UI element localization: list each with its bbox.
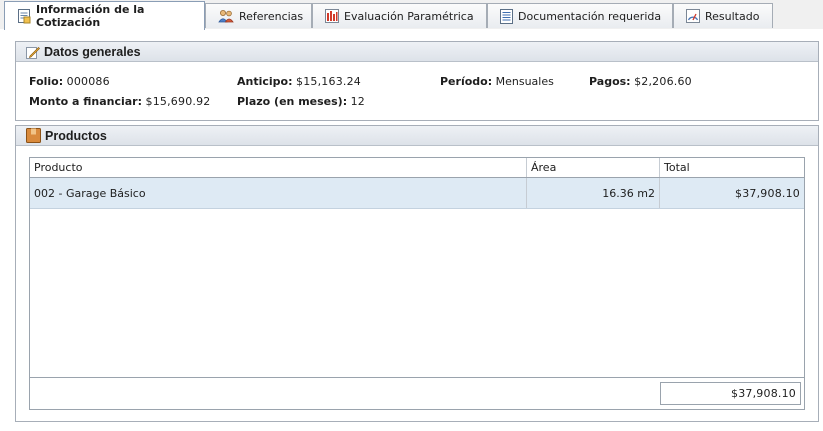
- periodo-value: Mensuales: [495, 75, 554, 88]
- monto-financiar-field: Monto a financiar: $15,690.92: [29, 95, 211, 108]
- tab-label: Referencias: [239, 9, 304, 23]
- monto-value: $15,690.92: [145, 95, 211, 108]
- datos-generales-header: Datos generales: [16, 42, 818, 62]
- cell-total: $37,908.10: [660, 178, 804, 208]
- grid-header-row: Producto Área Total: [30, 158, 804, 178]
- productos-grid[interactable]: Producto Área Total 002 - Garage Básico …: [29, 157, 805, 410]
- column-header-total[interactable]: Total: [660, 158, 804, 177]
- plazo-field: Plazo (en meses): 12: [237, 95, 365, 108]
- pagos-value: $2,206.60: [634, 75, 692, 88]
- column-header-area[interactable]: Área: [527, 158, 660, 177]
- tab-resultado[interactable]: Resultado: [673, 3, 773, 28]
- tab-documentacion-requerida[interactable]: Documentación requerida: [487, 3, 673, 28]
- table-row[interactable]: 002 - Garage Básico 16.36 m2 $37,908.10: [30, 178, 804, 209]
- tab-referencias[interactable]: Referencias: [205, 3, 312, 28]
- gauge-icon: [686, 9, 700, 23]
- cell-producto: 002 - Garage Básico: [30, 178, 527, 208]
- anticipo-field: Anticipo: $15,163.24: [237, 75, 361, 88]
- cell-text: 002 - Garage Básico: [34, 186, 146, 200]
- periodo-field: Período: Mensuales: [440, 75, 554, 88]
- plazo-value: 12: [350, 95, 366, 108]
- tab-strip: Información de la Cotización Referencias…: [0, 0, 823, 30]
- pagos-field: Pagos: $2,206.60: [589, 75, 692, 88]
- anticipo-label: Anticipo:: [237, 75, 293, 88]
- tab-label: Evaluación Paramétrica: [344, 9, 474, 23]
- monto-label: Monto a financiar:: [29, 95, 143, 108]
- people-icon: [218, 9, 234, 23]
- productos-group: Productos Producto Área Total 002 - Gara…: [15, 125, 819, 422]
- tab-label: Resultado: [705, 9, 760, 23]
- anticipo-value: $15,163.24: [296, 75, 361, 88]
- tab-label: Documentación requerida: [518, 9, 662, 23]
- datos-generales-group: Datos generales Folio: 000086 Anticipo: …: [15, 41, 819, 121]
- plazo-label: Plazo (en meses):: [237, 95, 348, 108]
- cell-text: $37,908.10: [735, 186, 800, 200]
- cell-area: 16.36 m2: [527, 178, 660, 208]
- folio-field: Folio: 000086: [29, 75, 110, 88]
- group-title: Productos: [45, 128, 107, 143]
- column-header-label: Producto: [34, 161, 83, 174]
- folio-value: 000086: [66, 75, 110, 88]
- checklist-icon: [500, 8, 513, 24]
- periodo-label: Período:: [440, 75, 493, 88]
- group-title: Datos generales: [44, 44, 141, 59]
- footer-total-summary: $37,908.10: [660, 382, 801, 405]
- column-header-label: Área: [531, 161, 557, 174]
- box-icon: [26, 128, 41, 143]
- footer-total-value: $37,908.10: [731, 387, 796, 400]
- tab-evaluacion-parametrica[interactable]: Evaluación Paramétrica: [312, 3, 487, 28]
- column-header-label: Total: [664, 161, 690, 174]
- pagos-label: Pagos:: [589, 75, 631, 88]
- tab-informacion-cotizacion[interactable]: Información de la Cotización: [4, 1, 205, 30]
- productos-header: Productos: [16, 126, 818, 146]
- tab-label: Información de la Cotización: [36, 3, 145, 29]
- cell-text: 16.36 m2: [602, 186, 655, 200]
- edit-pencil-icon: [26, 45, 40, 59]
- tab-content-panel: Datos generales Folio: 000086 Anticipo: …: [0, 29, 823, 431]
- folio-label: Folio:: [29, 75, 64, 88]
- grid-footer: $37,908.10: [30, 377, 804, 409]
- column-header-producto[interactable]: Producto: [30, 158, 527, 177]
- document-icon: [17, 8, 31, 24]
- bar-chart-icon: [325, 9, 339, 23]
